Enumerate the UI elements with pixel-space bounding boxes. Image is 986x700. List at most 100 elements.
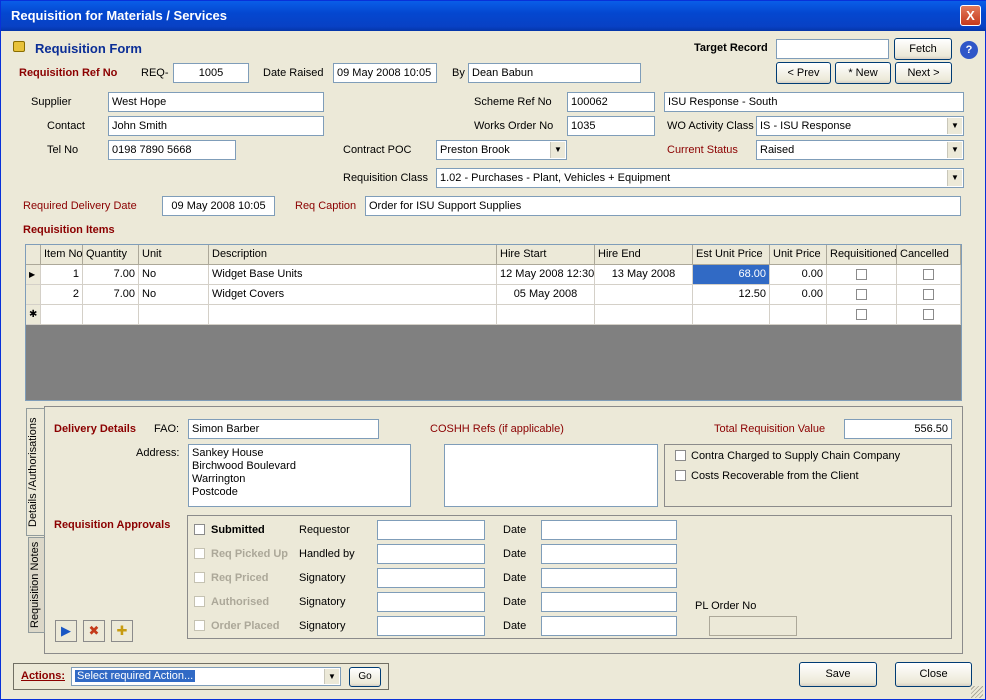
new-button[interactable]: * New [835, 62, 891, 84]
open-folder-icon[interactable]: ▶ [55, 620, 77, 642]
fao-field[interactable]: Simon Barber [188, 419, 379, 439]
authorised-date-field[interactable] [541, 592, 677, 612]
tel-field[interactable]: 0198 7890 5668 [108, 140, 236, 160]
hire-start-cell[interactable] [497, 305, 595, 325]
requisitioned-checkbox[interactable] [856, 288, 867, 300]
handled-by-field[interactable] [377, 544, 485, 564]
coshh-field[interactable] [444, 444, 658, 507]
unit-price-cell[interactable]: 0.00 [770, 285, 827, 305]
target-record-input[interactable] [776, 39, 889, 59]
raised-by-field[interactable]: Dean Babun [468, 63, 641, 83]
req-class-select[interactable]: 1.02 - Purchases - Plant, Vehicles + Equ… [436, 168, 964, 188]
order-placed-date-field[interactable] [541, 616, 677, 636]
go-button[interactable]: Go [349, 667, 381, 687]
authorised-signatory-field[interactable] [377, 592, 485, 612]
est-unit-price-cell[interactable]: 68.00 [693, 265, 770, 285]
item-no-cell[interactable]: 2 [41, 285, 83, 305]
close-window-button[interactable]: X [960, 5, 981, 26]
est-unit-price-cell[interactable] [693, 305, 770, 325]
tab-details-authorisations[interactable]: Details /Authorisations [26, 408, 45, 536]
new-row[interactable]: ✱ [26, 305, 961, 325]
cancelled-cell[interactable] [897, 285, 961, 305]
row-marker[interactable]: ▶ [26, 265, 41, 285]
contact-field[interactable]: John Smith [108, 116, 324, 136]
picked-up-date-field[interactable] [541, 544, 677, 564]
hire-start-cell[interactable]: 12 May 2008 12:30 [497, 265, 595, 285]
supplier-field[interactable]: West Hope [108, 92, 324, 112]
next-button[interactable]: Next > [895, 62, 952, 84]
resize-grip-icon[interactable] [971, 686, 983, 698]
chevron-down-icon[interactable]: ▼ [947, 170, 962, 186]
items-grid[interactable]: Item No Quantity Unit Description Hire S… [25, 244, 962, 401]
order-placed-signatory-field[interactable] [377, 616, 485, 636]
chevron-down-icon[interactable]: ▼ [947, 118, 962, 134]
table-row[interactable]: 2 7.00 No Widget Covers 05 May 2008 12.5… [26, 285, 961, 305]
hire-end-cell[interactable]: 13 May 2008 [595, 265, 693, 285]
authorised-checkbox[interactable] [194, 596, 205, 607]
action-select[interactable]: Select required Action... ▼ [71, 667, 341, 686]
total-value-field[interactable]: 556.50 [844, 419, 952, 439]
row-marker[interactable] [26, 285, 41, 305]
hire-end-cell[interactable] [595, 285, 693, 305]
hire-start-cell[interactable]: 05 May 2008 [497, 285, 595, 305]
col-quantity[interactable]: Quantity [83, 245, 139, 265]
col-hire-start[interactable]: Hire Start [497, 245, 595, 265]
req-picked-up-checkbox[interactable] [194, 548, 205, 559]
requisitioned-cell[interactable] [827, 265, 897, 285]
chevron-down-icon[interactable]: ▼ [550, 142, 565, 158]
req-priced-checkbox[interactable] [194, 572, 205, 583]
unit-cell[interactable] [139, 305, 209, 325]
req-caption-field[interactable]: Order for ISU Support Supplies [365, 196, 961, 216]
fetch-button[interactable]: Fetch [894, 38, 952, 60]
cancelled-checkbox[interactable] [923, 288, 934, 300]
new-row-marker[interactable]: ✱ [26, 305, 41, 325]
col-item-no[interactable]: Item No [41, 245, 83, 265]
quantity-cell[interactable] [83, 305, 139, 325]
unit-price-cell[interactable] [770, 305, 827, 325]
prev-button[interactable]: < Prev [776, 62, 831, 84]
works-order-field[interactable]: 1035 [567, 116, 655, 136]
unit-cell[interactable]: No [139, 265, 209, 285]
cancelled-cell[interactable] [897, 305, 961, 325]
cancelled-cell[interactable] [897, 265, 961, 285]
description-cell[interactable] [209, 305, 497, 325]
contract-poc-select[interactable]: Preston Brook ▼ [436, 140, 567, 160]
col-unit[interactable]: Unit [139, 245, 209, 265]
req-number-field[interactable]: 1005 [173, 63, 249, 83]
chevron-down-icon[interactable]: ▼ [324, 669, 339, 684]
submitted-checkbox[interactable] [194, 524, 205, 535]
order-placed-checkbox[interactable] [194, 620, 205, 631]
requisitioned-cell[interactable] [827, 305, 897, 325]
close-button[interactable]: Close [895, 662, 972, 687]
contra-charged-checkbox[interactable] [675, 450, 686, 461]
cancelled-checkbox[interactable] [923, 268, 934, 280]
unit-price-cell[interactable]: 0.00 [770, 265, 827, 285]
col-est-unit-price[interactable]: Est Unit Price [693, 245, 770, 265]
scheme-ref-field[interactable]: 100062 [567, 92, 655, 112]
submitted-date-field[interactable] [541, 520, 677, 540]
wo-activity-select[interactable]: IS - ISU Response ▼ [756, 116, 964, 136]
col-hire-end[interactable]: Hire End [595, 245, 693, 265]
tab-requisition-notes[interactable]: Requisition Notes [28, 537, 45, 633]
priced-date-field[interactable] [541, 568, 677, 588]
col-unit-price[interactable]: Unit Price [770, 245, 827, 265]
est-unit-price-cell[interactable]: 12.50 [693, 285, 770, 305]
item-no-cell[interactable]: 1 [41, 265, 83, 285]
status-select[interactable]: Raised ▼ [756, 140, 964, 160]
date-raised-field[interactable]: 09 May 2008 10:05 [333, 63, 437, 83]
save-button[interactable]: Save [799, 662, 877, 687]
col-cancelled[interactable]: Cancelled [897, 245, 961, 265]
requisitioned-cell[interactable] [827, 285, 897, 305]
requisitioned-checkbox[interactable] [856, 308, 867, 320]
address-field[interactable]: Sankey House Birchwood Boulevard Warring… [188, 444, 411, 507]
costs-recoverable-checkbox[interactable] [675, 470, 686, 481]
new-folder-icon[interactable]: ✚ [111, 620, 133, 642]
priced-signatory-field[interactable] [377, 568, 485, 588]
requestor-field[interactable] [377, 520, 485, 540]
chevron-down-icon[interactable]: ▼ [947, 142, 962, 158]
hire-end-cell[interactable] [595, 305, 693, 325]
description-cell[interactable]: Widget Base Units [209, 265, 497, 285]
cancelled-checkbox[interactable] [923, 308, 934, 320]
delete-folder-icon[interactable]: ✖ [83, 620, 105, 642]
table-row[interactable]: ▶ 1 7.00 No Widget Base Units 12 May 200… [26, 265, 961, 285]
